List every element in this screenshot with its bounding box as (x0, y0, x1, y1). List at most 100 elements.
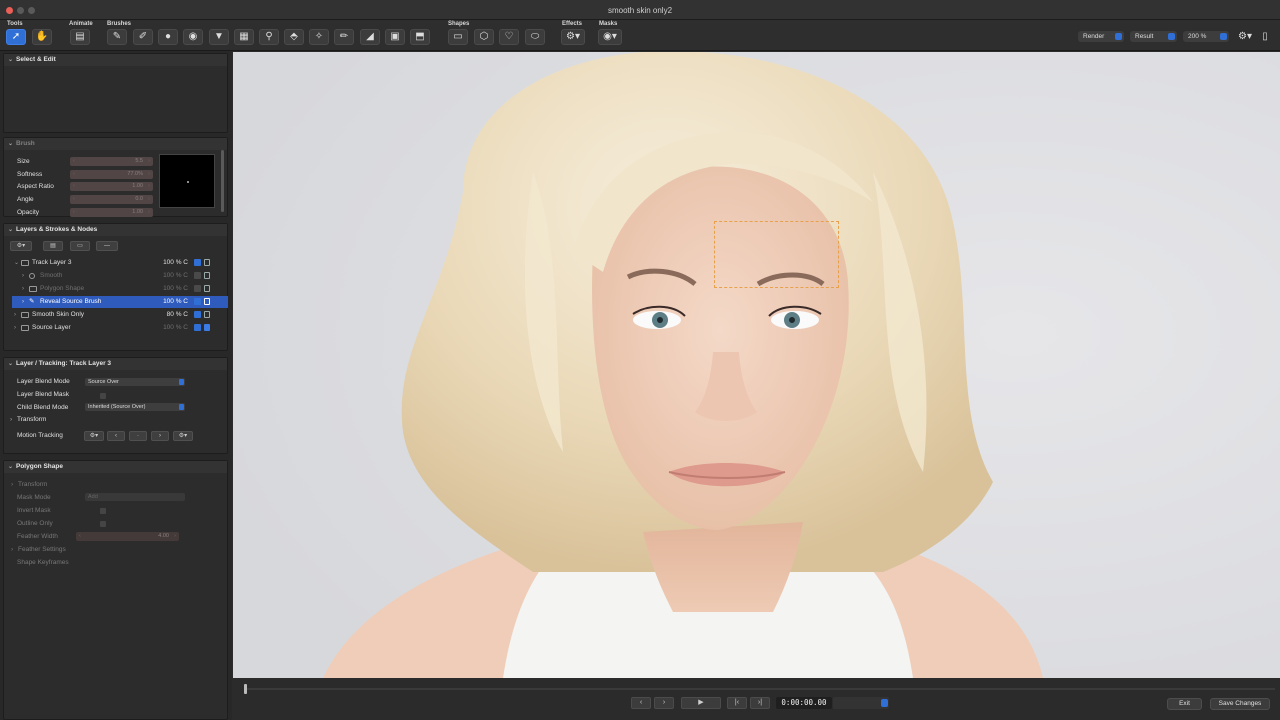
tracking-options-button[interactable]: ⚙▾ (173, 431, 193, 441)
add-group-button[interactable]: ▭ (70, 241, 90, 251)
visibility-checkbox[interactable] (194, 272, 201, 279)
layer-row-reveal-source-brush[interactable]: › ✎ Reveal Source Brush 100 % C (12, 296, 228, 308)
brush-tool-3[interactable]: ● (158, 29, 178, 45)
layer-row-source-layer[interactable]: › Source Layer 100 % C (12, 322, 228, 334)
layer-row-smooth-skin-only[interactable]: › Smooth Skin Only 80 % C (12, 309, 228, 321)
brush-tool-10[interactable]: ✏ (334, 29, 354, 45)
image-viewer[interactable] (233, 52, 1280, 678)
lock-icon[interactable] (204, 298, 210, 305)
layer-blend-mask-checkbox[interactable] (100, 393, 106, 399)
mask-mode-select[interactable]: Add (85, 493, 185, 501)
timecode-display[interactable]: 0:00:00.00 (776, 697, 832, 709)
layers-header[interactable]: ⌄ Layers & Strokes & Nodes (4, 224, 227, 236)
layer-opacity[interactable]: 100 % C (163, 270, 188, 282)
visibility-checkbox[interactable] (194, 311, 201, 318)
brush-tool-9[interactable]: ✧ (309, 29, 329, 45)
mask-selection-outline[interactable] (714, 221, 839, 288)
render-select[interactable]: Render (1078, 31, 1124, 42)
layer-name: Smooth (40, 272, 63, 279)
zoom-select[interactable]: 200 % (1183, 31, 1229, 42)
brush-tool-6[interactable]: ▦ (234, 29, 254, 45)
layer-row-track-layer-3[interactable]: ⌄ Track Layer 3 100 % C (12, 257, 228, 269)
child-blend-mode-select[interactable]: Inherited (Source Over) (85, 403, 185, 411)
go-to-start-button[interactable]: |‹ (727, 697, 747, 709)
aspect-ratio-slider[interactable]: 1.00 (70, 182, 153, 191)
lock-icon[interactable] (204, 285, 210, 292)
lock-icon[interactable] (204, 324, 210, 331)
brush-scrollbar[interactable] (221, 150, 224, 212)
lock-icon[interactable] (204, 259, 210, 266)
brush-tool-11[interactable]: ◢ (360, 29, 380, 45)
brush-tool-2[interactable]: ✐ (133, 29, 153, 45)
layers-gear-menu[interactable]: ⚙▾ (10, 241, 32, 251)
polygon-shape-button[interactable]: ⬡ (474, 29, 494, 45)
animate-button[interactable]: ▤ (70, 29, 90, 45)
visibility-checkbox[interactable] (194, 259, 201, 266)
layer-opacity[interactable]: 80 % C (167, 309, 188, 321)
feather-width-slider[interactable]: 4.00 (76, 532, 179, 541)
add-layer-button[interactable]: ▤ (43, 241, 63, 251)
remove-layer-button[interactable]: — (96, 241, 118, 251)
chevron-right-icon: › (22, 273, 24, 279)
layer-blend-mode-select[interactable]: Source Over (85, 378, 185, 386)
select-edit-header[interactable]: ⌄ Select & Edit (4, 54, 227, 66)
portrait-photo (233, 52, 1280, 678)
timeline-playhead[interactable] (244, 684, 247, 694)
brush-tool-12[interactable]: ▣ (385, 29, 405, 45)
outline-only-checkbox[interactable] (100, 521, 106, 527)
freeform-shape-button[interactable]: ⬭ (525, 29, 545, 45)
lock-icon[interactable] (204, 311, 210, 318)
next-frame-button[interactable]: › (654, 697, 674, 709)
layer-opacity[interactable]: 100 % C (163, 257, 188, 269)
visibility-checkbox[interactable] (194, 324, 201, 331)
layer-opacity[interactable]: 100 % C (163, 283, 188, 295)
frame-rate-select[interactable] (833, 697, 889, 709)
save-changes-button[interactable]: Save Changes (1210, 698, 1270, 710)
sidebar-toggle-button[interactable]: ▯ (1258, 29, 1272, 45)
opacity-slider[interactable]: 1.00 (70, 208, 153, 217)
masks-menu-button[interactable]: ◉▾ (598, 29, 622, 45)
brush-tool-8[interactable]: ⬘ (284, 29, 304, 45)
go-to-end-button[interactable]: ›| (750, 697, 770, 709)
track-forward-button[interactable]: › (151, 431, 169, 441)
brush-header[interactable]: ⌄ Brush (4, 138, 227, 150)
layer-opacity[interactable]: 100 % C (163, 322, 188, 334)
play-button[interactable]: ▶ (681, 697, 721, 709)
track-stop-button[interactable]: · (129, 431, 147, 441)
visibility-checkbox[interactable] (194, 285, 201, 292)
timeline-track[interactable] (245, 688, 1275, 690)
effects-menu-button[interactable]: ⚙▾ (561, 29, 585, 45)
brush-tool-4[interactable]: ◉ (183, 29, 203, 45)
feather-settings-label[interactable]: Feather Settings (18, 546, 66, 553)
softness-slider[interactable]: 77.0% (70, 170, 153, 179)
window-title: smooth skin only2 (607, 6, 673, 15)
bezier-shape-button[interactable]: ♡ (499, 29, 519, 45)
track-backward-button[interactable]: ‹ (107, 431, 125, 441)
invert-mask-checkbox[interactable] (100, 508, 106, 514)
size-slider[interactable]: 5.5 (70, 157, 153, 166)
layer-opacity[interactable]: 100 % C (163, 296, 188, 308)
lock-icon[interactable] (204, 272, 210, 279)
hand-tool-button[interactable]: ✋ (32, 29, 52, 45)
layer-row-smooth[interactable]: › Smooth 100 % C (12, 270, 228, 282)
polygon-shape-header[interactable]: ⌄ Polygon Shape (4, 461, 227, 473)
chevron-right-icon: › (14, 312, 16, 318)
reveal-source-brush-button[interactable]: ⬒ (410, 29, 430, 45)
stepper-icon (1115, 33, 1122, 40)
result-select[interactable]: Result (1130, 31, 1177, 42)
brush-tool-5[interactable]: ▼ (209, 29, 229, 45)
angle-slider[interactable]: 0.0 (70, 195, 153, 204)
transform-label[interactable]: Transform (17, 416, 46, 423)
brush-tool-7[interactable]: ⚲ (259, 29, 279, 45)
settings-menu-button[interactable]: ⚙▾ (1235, 29, 1255, 45)
layer-row-polygon-shape[interactable]: › Polygon Shape 100 % C (12, 283, 228, 295)
visibility-checkbox[interactable] (194, 298, 201, 305)
polygon-transform-label[interactable]: Transform (18, 481, 47, 488)
exit-button[interactable]: Exit (1167, 698, 1202, 710)
select-tool-button[interactable]: ➚ (6, 29, 26, 45)
rectangle-shape-button[interactable]: ▭ (448, 29, 468, 45)
previous-frame-button[interactable]: ‹ (631, 697, 651, 709)
brush-tool-1[interactable]: ✎ (107, 29, 127, 45)
layer-tracking-header[interactable]: ⌄ Layer / Tracking: Track Layer 3 (4, 358, 227, 370)
tracking-settings-button[interactable]: ⚙▾ (84, 431, 104, 441)
